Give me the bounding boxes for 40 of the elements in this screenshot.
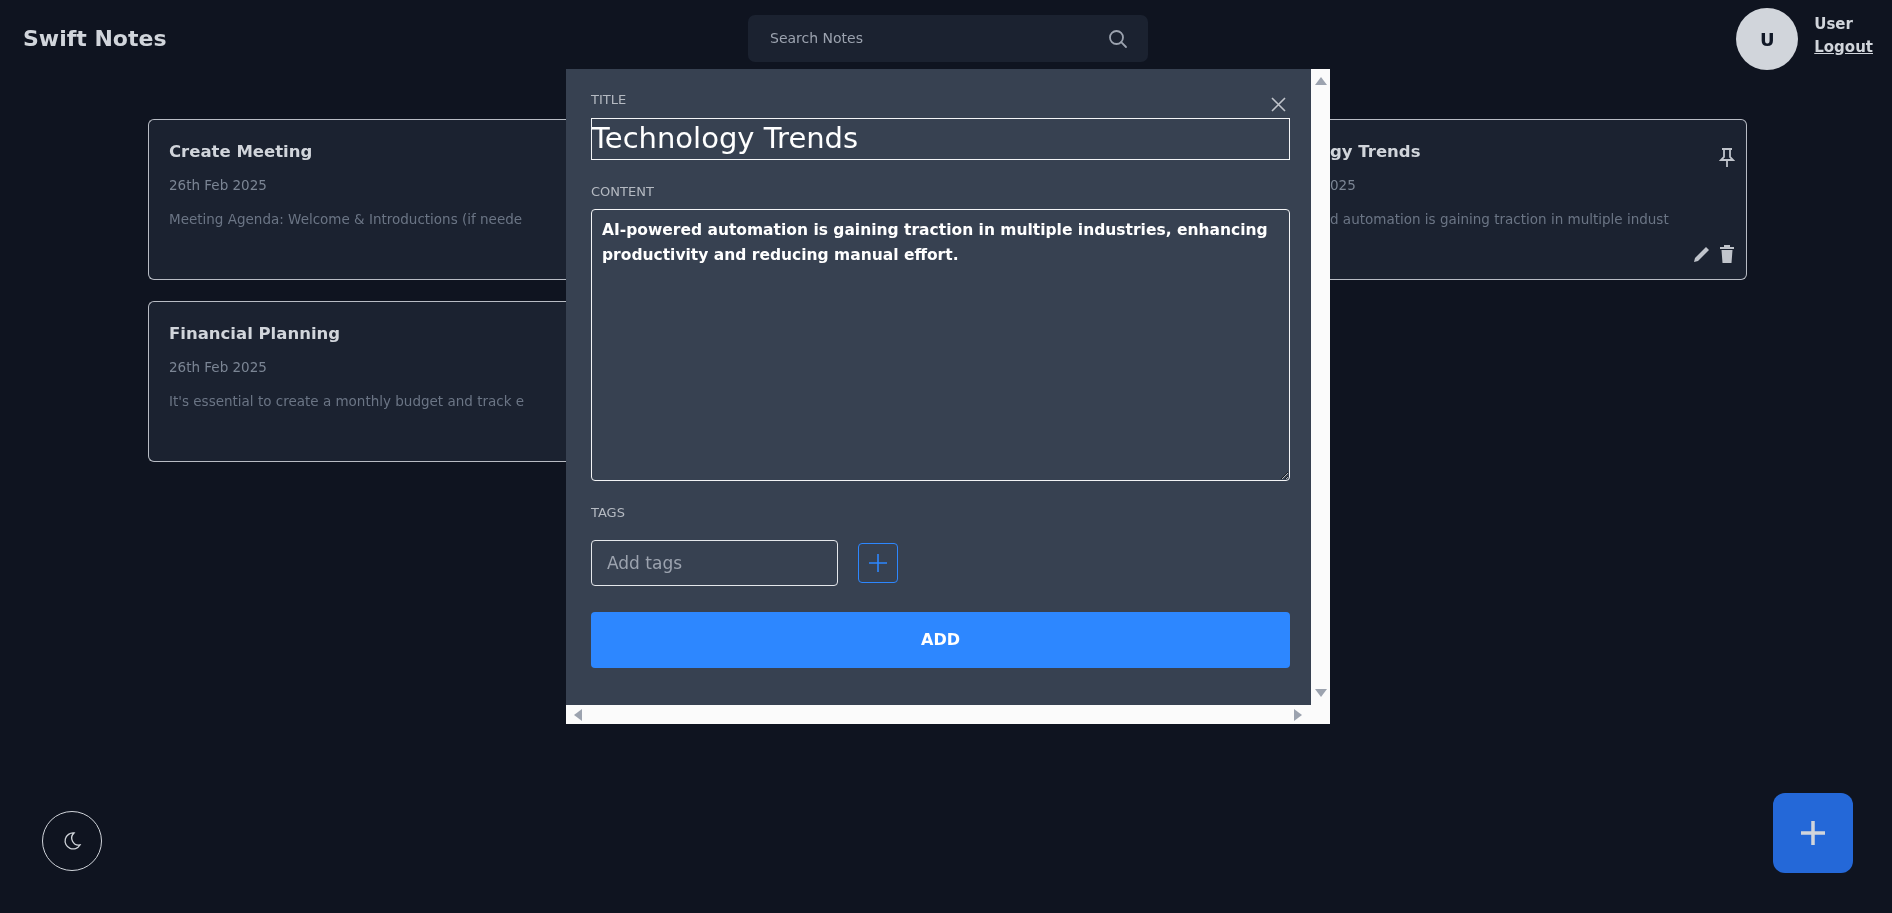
close-icon <box>1271 97 1286 112</box>
pencil-icon <box>1692 244 1711 263</box>
plus-icon <box>868 552 888 573</box>
trash-icon <box>1718 244 1735 263</box>
app-title: Swift Notes <box>23 25 167 53</box>
add-tag-button[interactable] <box>858 542 898 583</box>
content-field[interactable]: AI-powered automation is gaining traction in multiple industries, enhancing productivity and reducing manual effort. <box>591 209 1290 481</box>
search-bar[interactable]: Search Notes <box>748 15 1148 62</box>
search-icon <box>1108 28 1128 49</box>
horizontal-scrollbar[interactable] <box>566 705 1330 724</box>
new-note-button[interactable] <box>1773 793 1853 873</box>
pin-button[interactable] <box>1718 148 1735 168</box>
content-label: CONTENT <box>591 182 654 201</box>
user-avatar[interactable]: U <box>1736 8 1799 70</box>
title-field[interactable]: Technology Trends <box>591 117 1290 160</box>
note-title: Financial Planning <box>169 323 342 345</box>
pin-icon <box>1718 148 1735 168</box>
note-card[interactable]: gy Trends 025 d automation is gaining traction in multiple indust <box>1330 119 1747 280</box>
note-title: gy Trends <box>1330 141 1422 163</box>
note-preview: It's essential to create a monthly budget and track e <box>169 392 526 411</box>
tags-field[interactable]: Add tags <box>591 539 838 586</box>
note-card[interactable]: Financial Planning 26th Feb 2025 It's essential to create a monthly budget and track e <box>148 301 566 462</box>
note-date: 26th Feb 2025 <box>169 175 268 195</box>
vertical-scrollbar[interactable] <box>1311 69 1330 705</box>
edit-button[interactable] <box>1692 244 1711 263</box>
search-field[interactable]: Search Notes <box>768 27 1108 50</box>
note-date: 025 <box>1330 175 1357 195</box>
note-title: Create Meeting <box>169 141 314 163</box>
close-button[interactable] <box>1271 97 1286 112</box>
note-preview: d automation is gaining traction in multiple indust <box>1330 210 1669 229</box>
note-preview: Meeting Agenda: Welcome & Introductions (if neede <box>169 210 524 229</box>
moon-icon <box>62 831 82 851</box>
tags-label: TAGS <box>591 504 625 522</box>
note-date: 26th Feb 2025 <box>169 357 268 377</box>
logout-link[interactable]: Logout <box>1814 35 1873 58</box>
user-name: User <box>1814 14 1853 35</box>
title-label: TITLE <box>591 91 627 109</box>
plus-icon <box>1799 819 1827 847</box>
delete-button[interactable] <box>1718 244 1735 263</box>
note-card[interactable]: Create Meeting 26th Feb 2025 Meeting Agenda: Welcome & Introductions (if neede <box>148 119 566 280</box>
